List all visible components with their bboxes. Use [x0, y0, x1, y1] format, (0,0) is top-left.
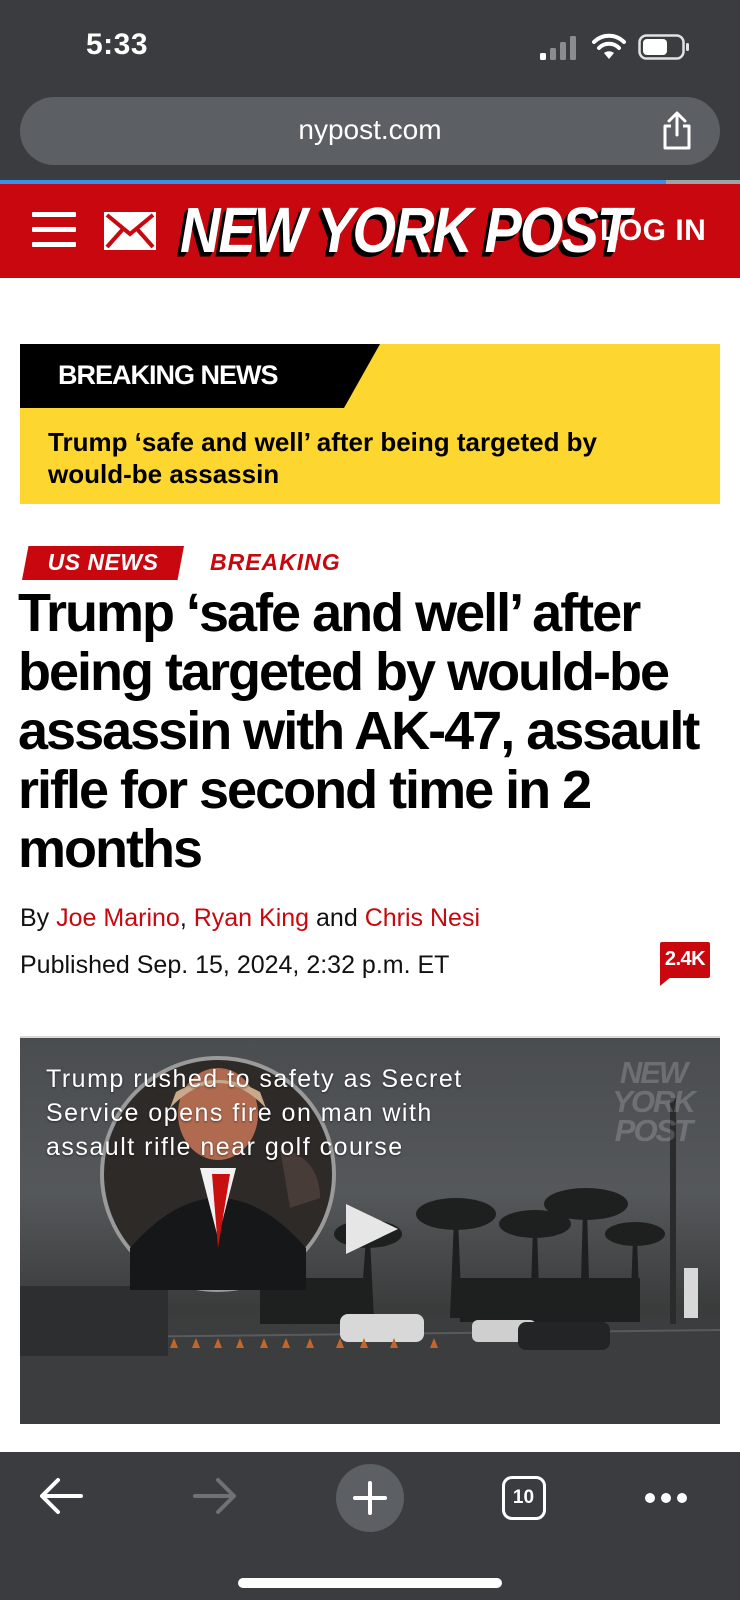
- more-icon[interactable]: [644, 1492, 688, 1504]
- tabs-count[interactable]: 10: [505, 1487, 542, 1509]
- author-separator: ,: [179, 904, 187, 932]
- comment-count[interactable]: 2.4K: [660, 948, 710, 971]
- published-date: Published Sep. 15, 2024, 2:32 p.m. ET: [20, 951, 450, 979]
- video-player[interactable]: Trump rushed to safety as Secret Service…: [20, 1038, 720, 1424]
- article-headline: Trump ‘safe and well’ after being target…: [18, 583, 700, 879]
- author-link-chris-nesi[interactable]: Chris Nesi: [365, 904, 480, 932]
- video-caption: Trump rushed to safety as Secret Service…: [46, 1065, 463, 1161]
- mail-icon[interactable]: [104, 212, 156, 250]
- breaking-news-banner[interactable]: BREAKING NEWS Trump ‘safe and well’ afte…: [20, 344, 720, 504]
- tag-breaking[interactable]: BREAKING: [210, 549, 341, 576]
- battery-icon: [638, 34, 689, 60]
- logo-text[interactable]: NEW YORK POST: [180, 189, 631, 272]
- forward-arrow-icon[interactable]: [192, 1476, 238, 1516]
- comments-button[interactable]: 2.4K: [660, 942, 710, 986]
- status-bar: 5:33: [0, 0, 740, 96]
- site-header: NEW YORK POST LOG IN: [0, 184, 740, 278]
- url-text[interactable]: nypost.com: [20, 114, 720, 146]
- tabs-icon[interactable]: 10: [502, 1476, 546, 1520]
- new-york-post-logo[interactable]: NEW YORK POST: [180, 193, 631, 266]
- browser-toolbar: 10: [0, 1452, 740, 1600]
- author-conjunction: and: [316, 904, 358, 932]
- status-time: 5:33: [86, 28, 149, 61]
- tag-us-news-label[interactable]: US NEWS: [22, 549, 184, 576]
- back-arrow-icon[interactable]: [38, 1476, 84, 1516]
- share-icon[interactable]: [660, 111, 694, 151]
- article-content: BREAKING NEWS Trump ‘safe and well’ afte…: [0, 278, 740, 1452]
- home-indicator[interactable]: [238, 1578, 502, 1588]
- author-link-joe-marino[interactable]: Joe Marino: [56, 904, 180, 932]
- plus-icon[interactable]: [353, 1481, 387, 1515]
- new-tab-button[interactable]: [336, 1464, 404, 1532]
- video-watermark: NEW YORK POST: [612, 1055, 696, 1148]
- author-link-ryan-king[interactable]: Ryan King: [194, 904, 309, 932]
- login-button[interactable]: LOG IN: [600, 214, 706, 248]
- hamburger-menu-icon[interactable]: [32, 212, 76, 248]
- breaking-news-label: BREAKING NEWS: [58, 360, 279, 390]
- byline: By Joe Marino, Ryan King and Chris Nesi: [20, 904, 480, 933]
- wifi-icon: [592, 33, 626, 59]
- breaking-news-headline[interactable]: Trump ‘safe and well’ after being target…: [48, 426, 608, 490]
- byline-prefix: By: [20, 904, 50, 932]
- play-icon[interactable]: [342, 1198, 404, 1260]
- signal-icon: [540, 36, 576, 60]
- address-bar[interactable]: nypost.com: [20, 97, 720, 165]
